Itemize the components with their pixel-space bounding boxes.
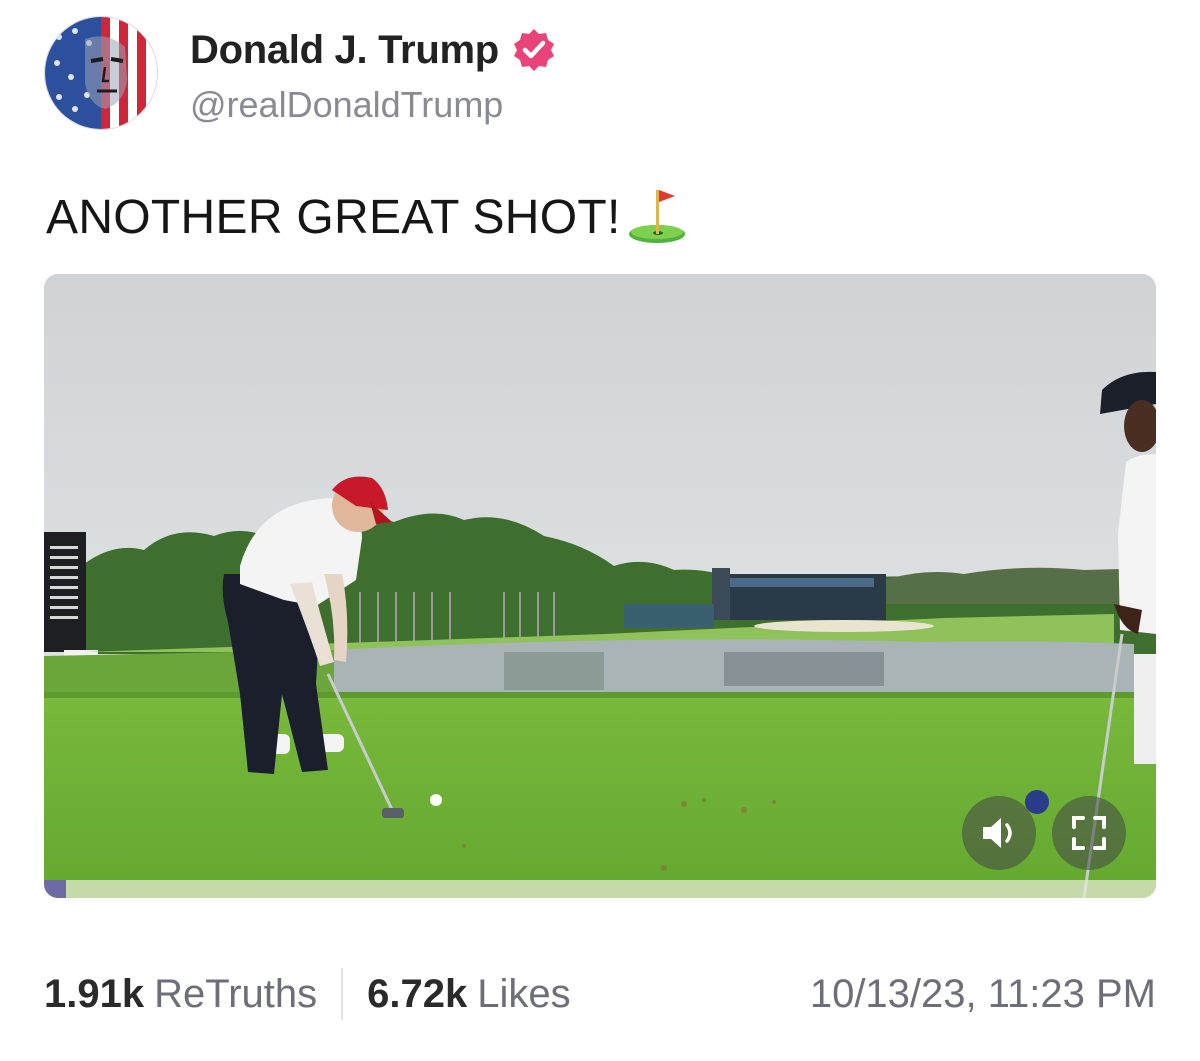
video-progress-bar[interactable] — [44, 880, 1156, 898]
likes-count[interactable]: 6.72k — [367, 972, 467, 1017]
post-text: ANOTHER GREAT SHOT! — [46, 188, 689, 246]
video-player[interactable] — [44, 274, 1156, 898]
author-name-row: Donald J. Trump — [190, 24, 557, 76]
fullscreen-icon — [1072, 816, 1106, 850]
stats-divider — [341, 968, 344, 1020]
post-timestamp[interactable]: 10/13/23, 11:23 PM — [810, 972, 1156, 1017]
flag-face-avatar-icon — [45, 17, 157, 129]
video-progress-fill — [44, 880, 67, 898]
author-display-name[interactable]: Donald J. Trump — [190, 28, 499, 73]
likes-label[interactable]: Likes — [477, 972, 570, 1017]
retruths-label[interactable]: ReTruths — [154, 972, 317, 1017]
post-stats: 1.91k ReTruths 6.72k Likes 10/13/23, 11:… — [44, 964, 1156, 1024]
speaker-icon — [983, 818, 1012, 848]
verified-badge-icon — [513, 29, 554, 71]
mute-button[interactable] — [962, 796, 1036, 870]
post-text-content: ANOTHER GREAT SHOT! — [46, 190, 621, 244]
author-avatar[interactable] — [44, 16, 158, 130]
golf-flag-icon — [628, 190, 685, 243]
fullscreen-button[interactable] — [1052, 796, 1126, 870]
retruths-count[interactable]: 1.91k — [44, 972, 144, 1017]
author-handle[interactable]: @realDonaldTrump — [190, 84, 503, 126]
